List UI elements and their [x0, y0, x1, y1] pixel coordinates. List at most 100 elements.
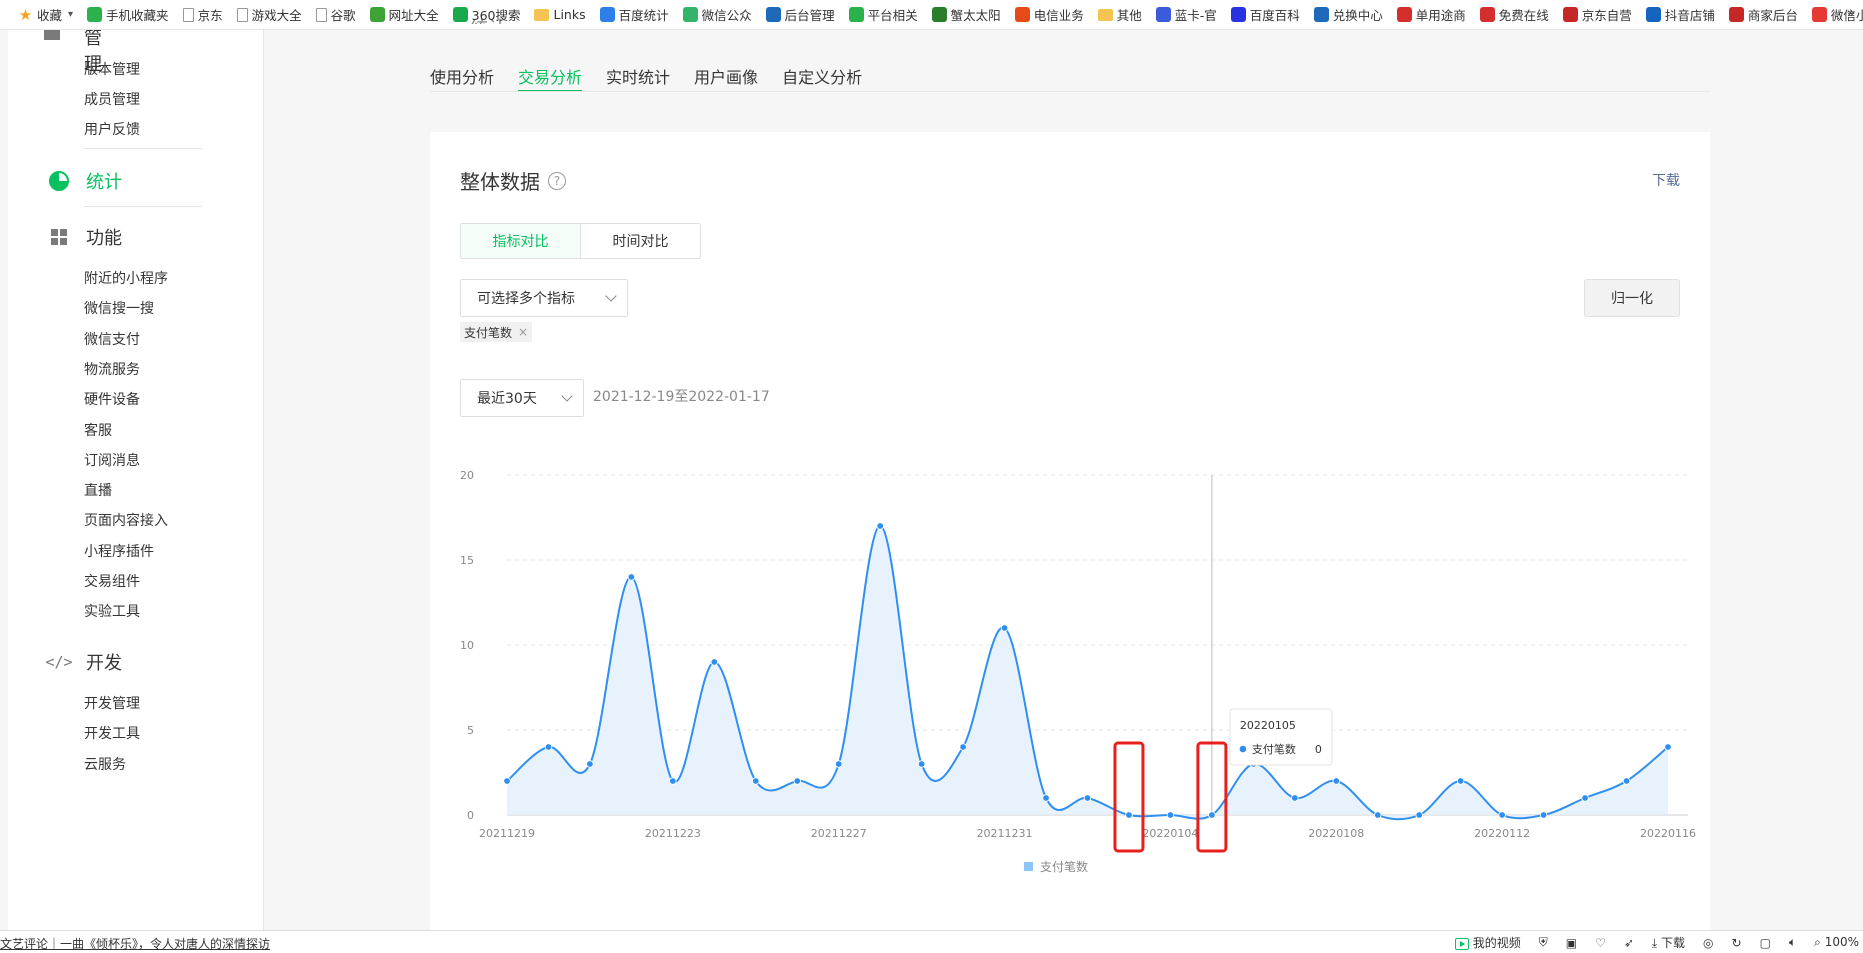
data-point[interactable]: [1664, 743, 1672, 751]
tab-1[interactable]: 交易分析: [518, 60, 583, 92]
sidebar-group-functions[interactable]: 功能: [48, 224, 122, 250]
bookmark-item[interactable]: 网址大全: [369, 5, 439, 24]
news-ticker-link[interactable]: 文艺评论｜一曲《倾杯乐》，令人对唐人的深情探访: [0, 935, 270, 952]
sidebar-item-function[interactable]: 微信搜一搜: [84, 298, 154, 318]
sidebar-item-function[interactable]: 直播: [84, 480, 112, 500]
sidebar-item-function[interactable]: 页面内容接入: [84, 510, 168, 530]
bookmark-more-button[interactable]: »: [1847, 6, 1855, 21]
sidebar-item-function[interactable]: 订阅消息: [84, 450, 140, 470]
tab-4[interactable]: 自定义分析: [782, 60, 862, 92]
tab-0[interactable]: 使用分析: [430, 60, 494, 92]
refresh-icon[interactable]: ↻: [1732, 936, 1742, 950]
download-button[interactable]: ⤓ 下载: [1652, 934, 1685, 951]
code-icon: </>: [45, 653, 73, 671]
data-point[interactable]: [544, 743, 553, 751]
sidebar-item-feedback[interactable]: 用户反馈: [84, 119, 140, 139]
bookmark-item[interactable]: 电信业务: [1014, 5, 1084, 24]
data-point[interactable]: [1581, 794, 1589, 802]
vr-icon[interactable]: ◎: [1703, 936, 1713, 950]
sidebar-item-dev[interactable]: 开发管理: [84, 693, 140, 713]
trade-line-chart[interactable]: 0 5 10 15 20 20211219 20211223 20211227 20211231…: [430, 132, 1710, 932]
legend-label[interactable]: 支付笔数: [1040, 859, 1088, 874]
sidebar-item-function[interactable]: 硬件设备: [84, 389, 140, 409]
sidebar-group-stats[interactable]: 统计: [48, 168, 122, 194]
bookmark-item[interactable]: 免费在线: [1479, 5, 1549, 24]
bookmark-item[interactable]: 京东自营: [1562, 5, 1632, 24]
data-point[interactable]: [1415, 811, 1423, 819]
window-icon[interactable]: ▢: [1760, 936, 1771, 950]
sidebar-item-version[interactable]: 版本管理: [84, 59, 140, 79]
data-point[interactable]: [1622, 777, 1631, 785]
bookmark-item[interactable]: 百度统计: [599, 5, 669, 24]
tab-3[interactable]: 用户画像: [694, 60, 758, 92]
heart-icon[interactable]: ♡: [1595, 936, 1606, 950]
bookmark-item[interactable]: 蟹太太阳: [931, 5, 1001, 24]
data-point[interactable]: [669, 777, 677, 785]
doc-icon: [182, 7, 194, 22]
bookmark-item[interactable]: 手机收藏夹: [87, 5, 169, 24]
bookmark-item[interactable]: 单用途商: [1396, 5, 1466, 24]
data-point[interactable]: [503, 777, 511, 785]
data-point[interactable]: [1125, 811, 1133, 819]
data-point[interactable]: [835, 760, 843, 768]
bookmark-item[interactable]: 谷歌: [315, 5, 356, 24]
data-point[interactable]: [1498, 811, 1506, 819]
sidebar-item-function[interactable]: 附近的小程序: [84, 268, 168, 288]
my-video-button[interactable]: 我的视频: [1454, 934, 1521, 951]
sidebar-group-dev[interactable]: </> 开发: [45, 649, 122, 675]
tab-2[interactable]: 实时统计: [606, 60, 670, 92]
bookmark-item[interactable]: 微信小程: [1811, 5, 1863, 24]
data-point[interactable]: [793, 777, 801, 785]
data-point[interactable]: [1208, 811, 1216, 819]
speaker-icon[interactable]: 🔈︎: [1789, 935, 1796, 950]
doc-icon: [236, 7, 248, 22]
zoom-level[interactable]: ⌕ 100%: [1814, 935, 1859, 950]
data-point[interactable]: [1291, 794, 1299, 802]
x-tick-label: 20220104: [1142, 827, 1198, 840]
data-point[interactable]: [1456, 777, 1465, 785]
bookmark-item[interactable]: 蓝卡-官: [1155, 5, 1217, 24]
data-point[interactable]: [586, 760, 594, 768]
sidebar-item-function[interactable]: 实验工具: [84, 601, 140, 621]
sidebar-item-dev[interactable]: 开发工具: [84, 723, 140, 743]
sidebar-item-members[interactable]: 成员管理: [84, 89, 140, 109]
sidebar-item-dev[interactable]: 云服务: [84, 754, 126, 774]
bookmark-item[interactable]: 后台管理: [765, 5, 835, 24]
image-icon[interactable]: ▣: [1566, 936, 1577, 950]
data-point[interactable]: [876, 522, 884, 530]
bookmark-item[interactable]: 抖音店铺: [1645, 5, 1715, 24]
data-point[interactable]: [627, 573, 636, 581]
data-point[interactable]: [1374, 811, 1382, 819]
data-point[interactable]: [1083, 794, 1092, 802]
search-360-icon: [452, 7, 468, 22]
bookmark-item[interactable]: 微信公众: [682, 5, 752, 24]
data-point[interactable]: [710, 658, 719, 666]
sidebar-item-function[interactable]: 小程序插件: [84, 541, 154, 561]
tooltip-series: 支付笔数: [1252, 742, 1296, 756]
data-point[interactable]: [752, 777, 760, 785]
data-point[interactable]: [1539, 811, 1548, 819]
shield-icon[interactable]: ⛨: [1539, 935, 1548, 950]
bookmark-item[interactable]: 京东: [182, 5, 223, 24]
tooltip-dot: [1239, 745, 1247, 753]
sidebar-item-function[interactable]: 微信支付: [84, 329, 140, 349]
bookmark-item[interactable]: 平台相关: [848, 5, 918, 24]
bookmark-item[interactable]: 兑换中心: [1313, 5, 1383, 24]
data-point[interactable]: [1166, 811, 1175, 819]
data-point[interactable]: [917, 760, 926, 768]
data-point[interactable]: [959, 743, 967, 751]
bookmark-item[interactable]: 百度百科: [1230, 5, 1300, 24]
sidebar-item-function[interactable]: 交易组件: [84, 571, 140, 591]
bookmark-item[interactable]: Links: [534, 7, 586, 22]
rocket-icon[interactable]: ➶: [1624, 936, 1634, 950]
data-point[interactable]: [1042, 794, 1050, 802]
data-point[interactable]: [1000, 624, 1009, 632]
sidebar-item-function[interactable]: 物流服务: [84, 359, 140, 379]
bookmark-item[interactable]: 其他: [1097, 5, 1142, 24]
sidebar-item-function[interactable]: 客服: [84, 420, 112, 440]
bookmark-item[interactable]: 游戏大全: [236, 5, 302, 24]
bookmark-item[interactable]: ★ 收藏 ▾: [18, 5, 73, 24]
data-point[interactable]: [1332, 777, 1340, 785]
chevron-down-icon[interactable]: ▾: [68, 9, 73, 20]
bookmark-item[interactable]: 商家后台: [1728, 5, 1798, 24]
